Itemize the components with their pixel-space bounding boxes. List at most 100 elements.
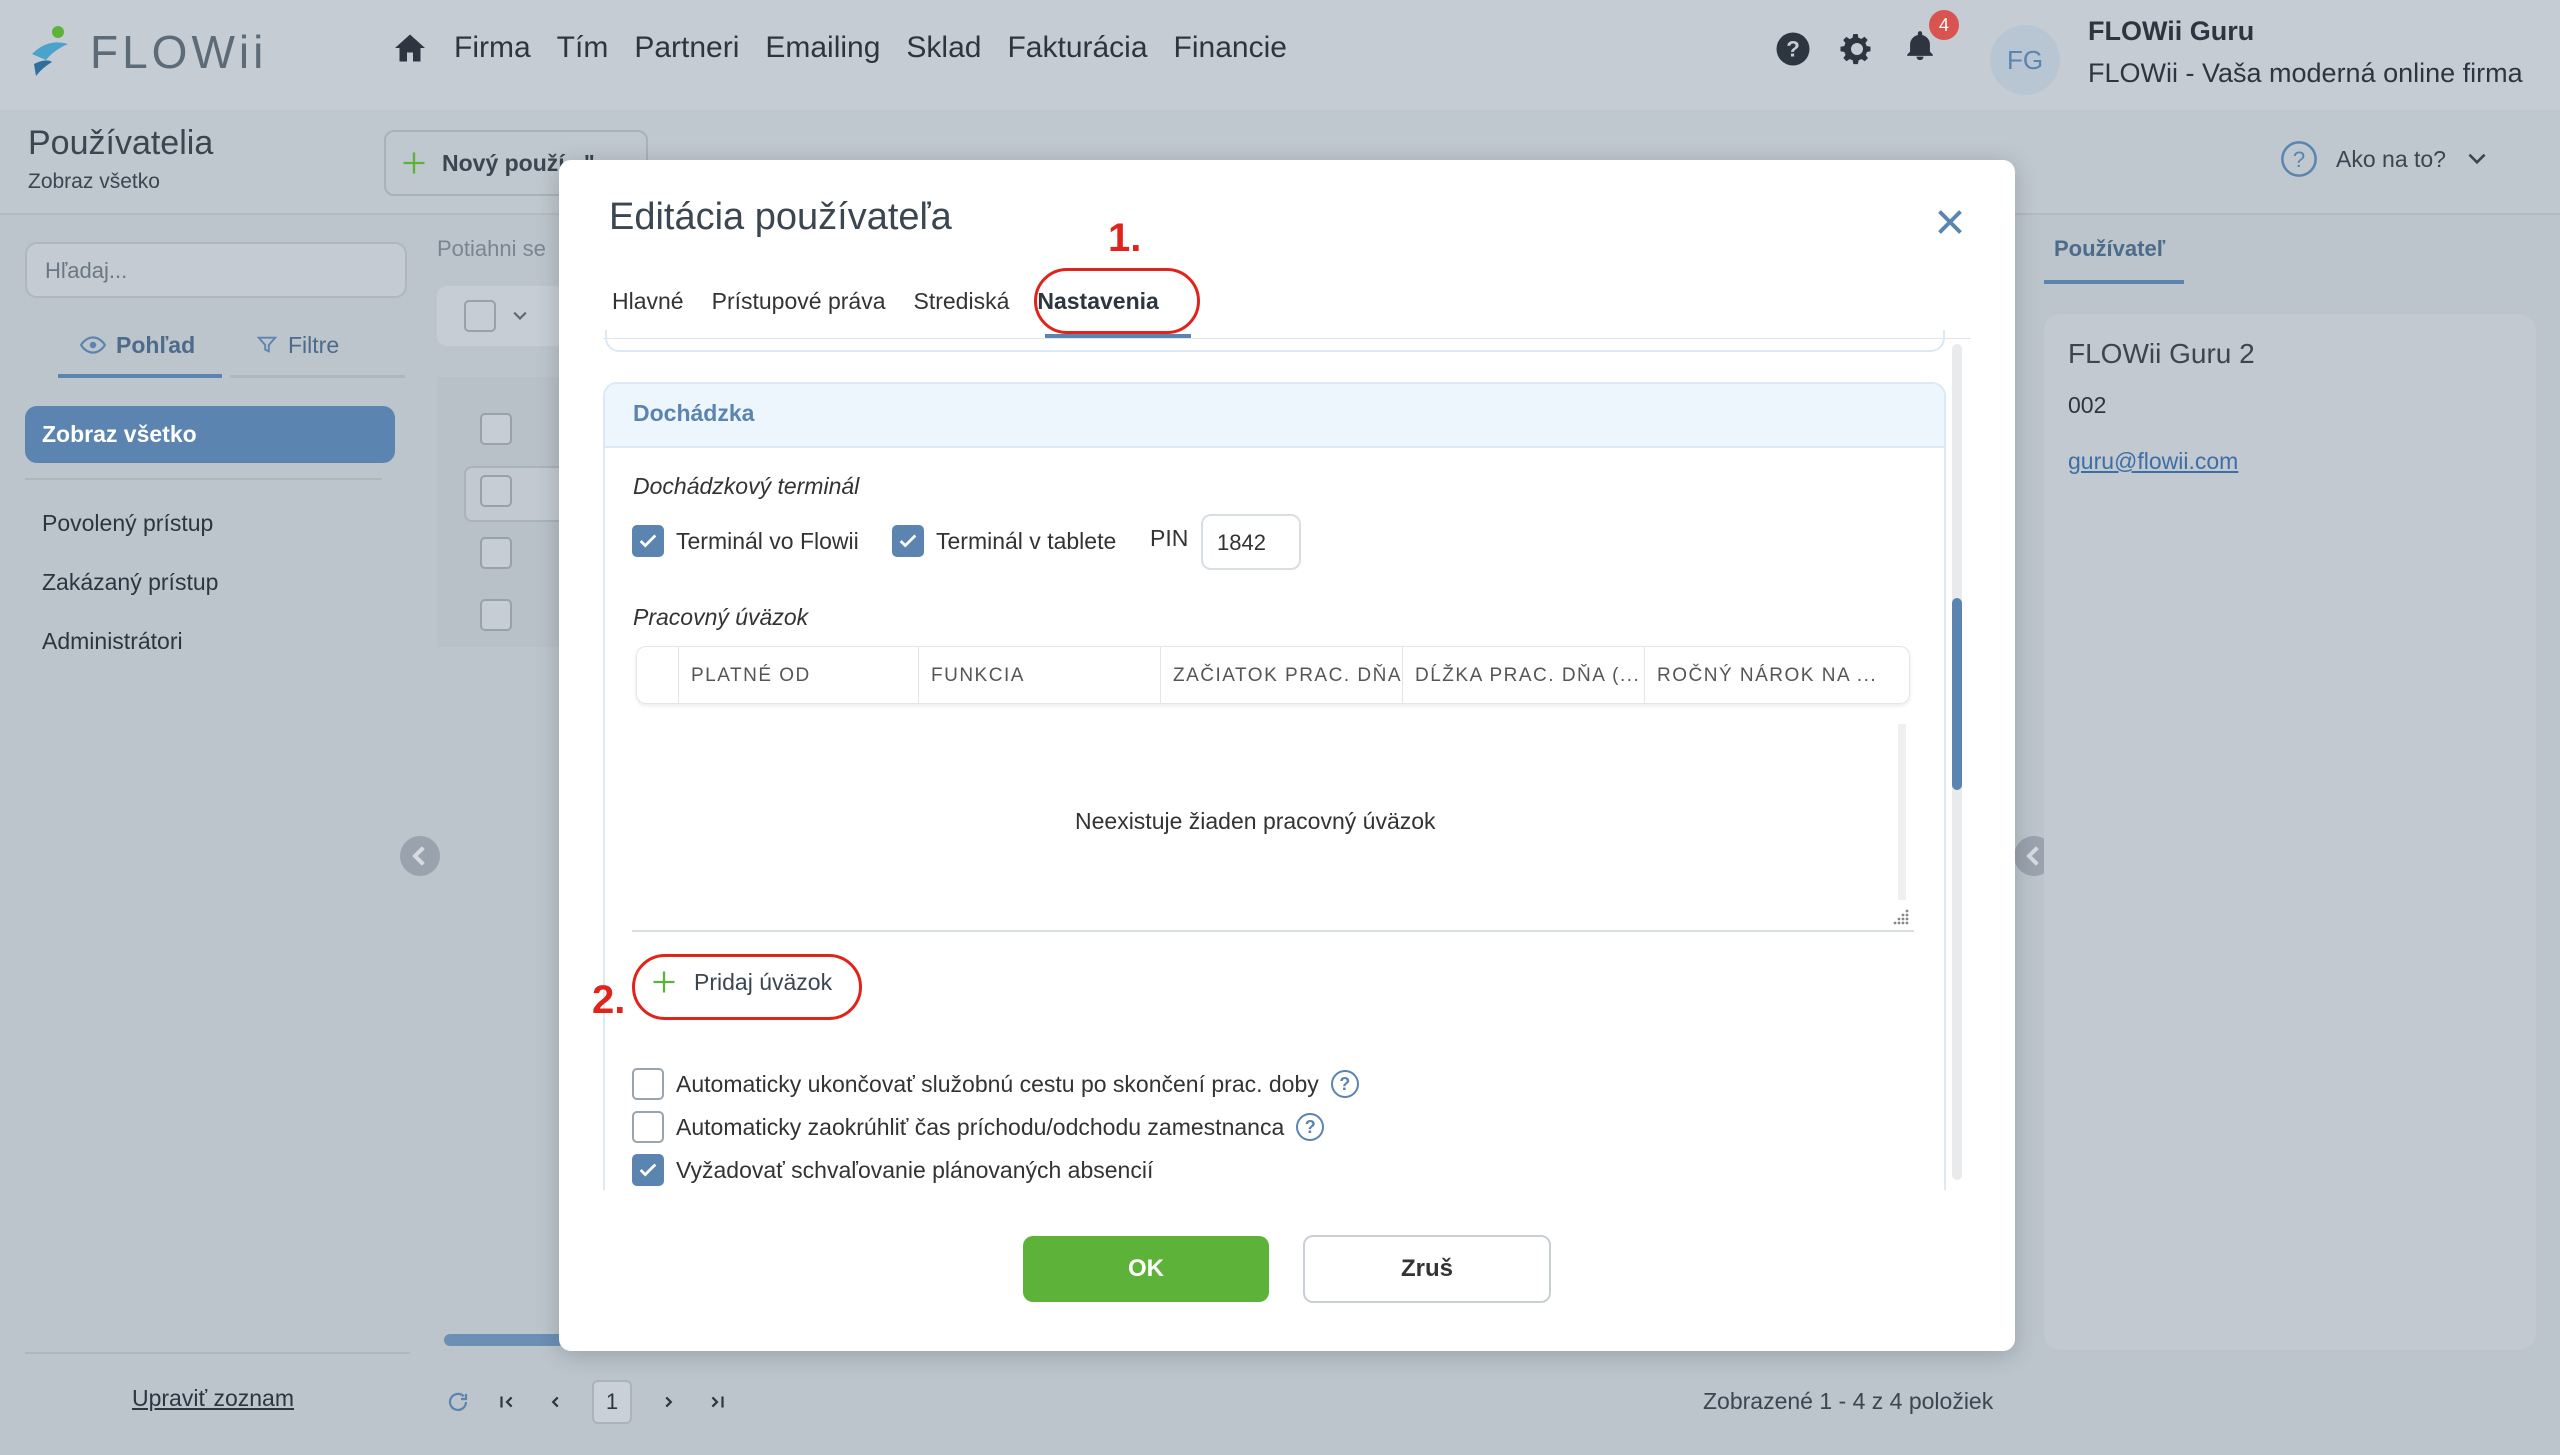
terminal-flowii-option[interactable]: Terminál vo Flowii [632,525,859,557]
nav-firma[interactable]: Firma [454,31,531,65]
help-icon[interactable]: ? [1296,1113,1325,1141]
chevron-left-icon [412,846,425,866]
collapse-left-button[interactable] [400,836,440,876]
content-clip [600,1190,1950,1220]
avatar[interactable]: FG [1990,25,2060,95]
option-auto-end-trip-label: Automaticky ukončovať služobnú cestu po … [676,1070,1319,1097]
tab-view[interactable]: Pohľad [58,332,222,378]
divider [25,478,382,480]
option-require-absence-approval-label: Vyžadovať schvaľovanie plánovaných absen… [676,1156,1154,1183]
option-auto-round-time-label: Automaticky zaokrúhliť čas príchodu/odch… [676,1113,1285,1140]
dialog-title: Editácia používateľa [609,196,952,238]
column-header-workday-start[interactable]: ZAČIATOK PRAC. DŇA [1161,647,1403,703]
tab-filter[interactable]: Filtre [230,332,405,378]
cancel-button[interactable]: Zruš [1303,1235,1551,1303]
row-checkbox[interactable] [480,599,512,631]
option-auto-end-trip-checkbox[interactable] [632,1068,664,1100]
sidebar-item-allowed-access[interactable]: Povolený prístup [42,510,213,537]
tab-user[interactable]: Používateľ [2044,236,2184,284]
list-toolbar [437,286,567,346]
terminal-tablet-label: Terminál v tablete [936,527,1117,554]
annotation-circle-settings-tab [1034,268,1200,334]
workload-label: Pracovný úväzok [633,604,809,630]
nav-partneri[interactable]: Partneri [634,31,739,65]
search-input[interactable]: Hľadaj... [25,242,407,298]
plus-icon [403,152,425,174]
terminal-tablet-checkbox[interactable] [892,525,924,557]
sidebar-item-show-all[interactable]: Zobraz všetko [25,406,395,463]
header-icons: ? 4 [1775,10,1959,69]
nav-tim[interactable]: Tím [557,31,609,65]
drag-hint: Potiahni se [437,236,546,261]
pagination-info: Zobrazené 1 - 4 z 4 položiek [1703,1388,1994,1414]
terminal-flowii-label: Terminál vo Flowii [676,527,859,554]
resize-handle-icon[interactable] [1892,908,1910,926]
tab-access-rights[interactable]: Prístupové práva [712,288,886,315]
attendance-section-header [605,384,1944,448]
nav-fakturacia[interactable]: Fakturácia [1007,31,1147,65]
sidebar-item-administrators[interactable]: Administrátori [42,628,183,655]
gear-icon[interactable] [1839,31,1875,67]
company-name: FLOWii - Vaša moderná online firma [2088,58,2523,88]
flowii-logo-icon [32,26,68,76]
row-checkbox[interactable] [480,413,512,445]
column-header-valid-from[interactable]: PLATNÉ OD [679,647,919,703]
row-checkbox[interactable] [480,475,512,507]
attendance-section-title: Dochádzka [633,400,755,426]
pin-input[interactable]: 1842 [1201,514,1301,570]
terminal-tablet-option[interactable]: Terminál v tablete [892,525,1116,557]
filter-icon [256,336,278,353]
check-icon [639,1163,657,1177]
tab-main[interactable]: Hlavné [612,288,684,315]
option-auto-round-time-checkbox[interactable] [632,1111,664,1143]
column-header-annual-entitlement[interactable]: ROČNÝ NÁROK NA ... [1645,647,1909,703]
annotation-number-1: 1. [1108,216,1142,260]
table-empty-message: Neexistuje žiaden pracovný úväzok [1075,808,1436,834]
divider [25,1352,410,1354]
user-name: FLOWii Guru [2088,16,2255,46]
row-checkbox[interactable] [480,537,512,569]
edit-list-link[interactable]: Upraviť zoznam [132,1385,294,1412]
table-scrollbar[interactable] [1898,724,1906,900]
nav-sklad[interactable]: Sklad [906,31,981,65]
prev-page-icon[interactable] [544,1391,566,1413]
tab-view-label: Pohľad [116,332,196,358]
dialog-scrollbar-thumb[interactable] [1952,598,1962,790]
check-icon [639,534,657,548]
help-icon[interactable]: ? [1330,1070,1359,1098]
question-circle-icon: ? [2281,141,2317,177]
annotation-number-2: 2. [592,978,626,1022]
flowii-logo[interactable]: FLOWii [28,24,267,80]
nav-financie[interactable]: Financie [1174,31,1287,65]
last-page-icon[interactable] [706,1391,728,1413]
option-auto-end-trip[interactable]: Automaticky ukončovať služobnú cestu po … [632,1068,1359,1100]
column-header-function[interactable]: FUNKCIA [919,647,1161,703]
main-nav: Firma Tím Partneri Emailing Sklad Faktur… [392,30,1287,66]
help-link[interactable]: ? Ako na to? [2280,140,2490,178]
home-icon[interactable] [392,30,428,66]
eye-icon [80,336,106,354]
ok-button[interactable]: OK [1023,1236,1269,1302]
table-handle-column [637,647,679,703]
close-icon[interactable] [1932,204,1968,240]
user-detail-email[interactable]: guru@flowii.com [2068,448,2238,475]
option-require-absence-approval-checkbox[interactable] [632,1154,664,1186]
help-icon[interactable]: ? [1775,31,1811,67]
sidebar-item-denied-access[interactable]: Zakázaný prístup [42,569,218,596]
option-auto-round-time[interactable]: Automaticky zaokrúhliť čas príchodu/odch… [632,1111,1325,1143]
first-page-icon[interactable] [496,1391,518,1413]
refresh-icon[interactable] [446,1390,470,1414]
horizontal-scrollbar[interactable] [444,1334,564,1346]
tab-cost-centers[interactable]: Strediská [913,288,1009,315]
terminal-flowii-checkbox[interactable] [632,525,664,557]
nav-emailing[interactable]: Emailing [765,31,880,65]
chevron-down-icon [2468,153,2486,165]
notifications[interactable]: 4 [1903,10,1959,69]
current-page[interactable]: 1 [592,1380,632,1424]
chevron-down-icon[interactable] [510,306,530,326]
option-require-absence-approval[interactable]: Vyžadovať schvaľovanie plánovaných absen… [632,1154,1153,1186]
table-bottom-border [632,930,1914,932]
next-page-icon[interactable] [658,1391,680,1413]
select-all-checkbox[interactable] [464,300,496,332]
column-header-workday-length[interactable]: DĹŽKA PRAC. DŇA (... [1403,647,1645,703]
